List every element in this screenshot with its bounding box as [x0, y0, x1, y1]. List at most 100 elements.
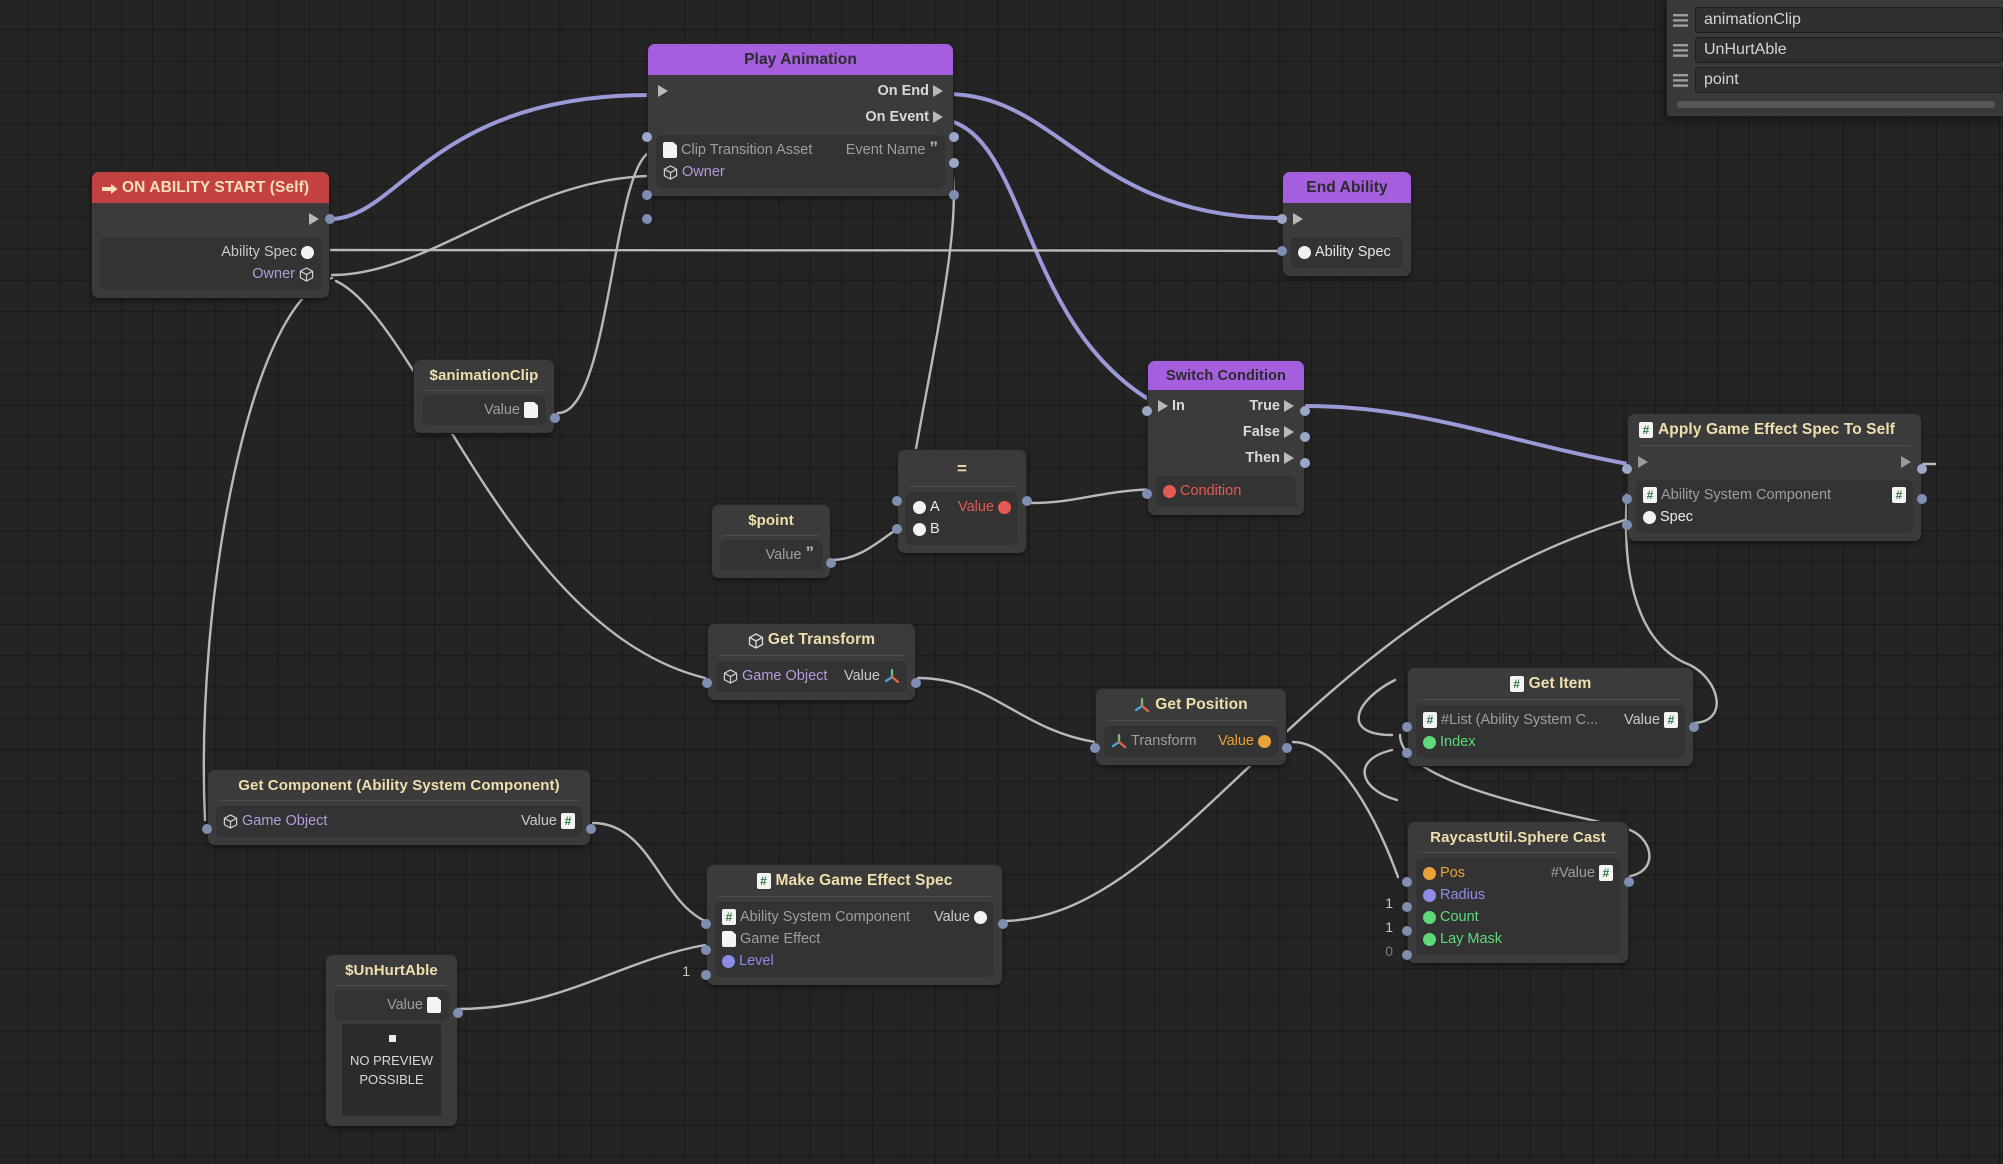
flow-output-connector-on-event[interactable]: [949, 158, 959, 168]
port-dot-white[interactable]: [301, 246, 314, 259]
flow-out-arrow-icon[interactable]: [1284, 452, 1294, 464]
output-connector[interactable]: [1282, 743, 1292, 753]
variables-panel[interactable]: animationClip UnHurtAble point: [1666, 0, 2003, 117]
port-lay-mask[interactable]: Lay Mask: [1423, 928, 1613, 950]
flow-row-on-end[interactable]: On End: [648, 75, 953, 106]
flow-out-arrow-icon[interactable]: [309, 213, 319, 225]
input-connector[interactable]: [702, 678, 712, 688]
flow-out-arrow-icon[interactable]: [1901, 456, 1911, 468]
output-connector[interactable]: [911, 678, 921, 688]
output-connector[interactable]: [453, 1008, 463, 1018]
graph-canvas[interactable]: animationClip UnHurtAble point ON ABILIT…: [0, 0, 2003, 1164]
panel-scrollbar[interactable]: [1677, 101, 1995, 108]
port-dot-green[interactable]: [1423, 911, 1436, 924]
flow-input-connector[interactable]: [642, 132, 652, 142]
flow-output-connector-false[interactable]: [1300, 432, 1310, 442]
output-connector[interactable]: [550, 413, 560, 423]
flow-output-connector-on-end[interactable]: [949, 132, 959, 142]
flow-out-arrow-icon[interactable]: [933, 111, 943, 123]
variable-name-field[interactable]: animationClip: [1695, 7, 2003, 33]
cube-icon[interactable]: [223, 814, 238, 829]
cube-icon[interactable]: [723, 669, 738, 684]
flow-out-arrow-icon[interactable]: [1284, 400, 1294, 412]
literal-lay-mask-value[interactable]: 0: [1371, 943, 1393, 959]
node-on-ability-start[interactable]: ON ABILITY START (Self) Ability Spec Own…: [92, 172, 329, 298]
port-dot-orange[interactable]: [1423, 867, 1436, 880]
node-get-position[interactable]: Get Position Transform Value: [1096, 689, 1286, 765]
axis-icon[interactable]: [1111, 734, 1127, 749]
output-connector[interactable]: [998, 919, 1008, 929]
port-list[interactable]: # #List (Ability System C... Value #: [1423, 709, 1678, 731]
literal-count-value[interactable]: 1: [1371, 919, 1393, 935]
node-get-component[interactable]: Get Component (Ability System Component)…: [208, 770, 590, 845]
flow-row-then[interactable]: Then: [1148, 447, 1304, 473]
input-connector-radius[interactable]: [1402, 902, 1412, 912]
port-level[interactable]: Level: [722, 950, 987, 972]
node-equals[interactable]: = A Value B: [898, 450, 1026, 553]
port-ability-spec[interactable]: Ability Spec: [1298, 241, 1396, 263]
input-connector-index[interactable]: [1402, 748, 1412, 758]
port-ability-system-component[interactable]: # Ability System Component Value: [722, 906, 987, 928]
port-dot-orange[interactable]: [1258, 735, 1271, 748]
input-connector-pos[interactable]: [1402, 877, 1412, 887]
port-dot-white[interactable]: [913, 501, 926, 514]
burger-icon[interactable]: [1673, 74, 1688, 87]
input-connector-spec[interactable]: [1622, 520, 1632, 530]
port-dot-white[interactable]: [913, 523, 926, 536]
flow-output-connector[interactable]: [1917, 464, 1927, 474]
node-variable-unhurtable[interactable]: $UnHurtAble Value NO PREVIEW POSSIBLE: [326, 955, 457, 1126]
input-connector-asc[interactable]: [701, 919, 711, 929]
flow-in-arrow-icon[interactable]: [1158, 400, 1168, 412]
node-play-animation[interactable]: Play Animation On End On Event Clip Tran…: [648, 44, 953, 196]
input-connector-list[interactable]: [1402, 722, 1412, 732]
flow-input-connector[interactable]: [1277, 214, 1287, 224]
node-get-transform[interactable]: Get Transform Game Object Value: [708, 624, 915, 700]
port-game-object[interactable]: Game Object Value: [723, 665, 900, 687]
input-connector-ability-spec[interactable]: [1277, 246, 1287, 256]
port-dot-white[interactable]: [1298, 246, 1311, 259]
value-output-row[interactable]: Value ”: [720, 540, 822, 570]
flow-in-arrow-icon[interactable]: [1293, 213, 1303, 225]
port-dot-white[interactable]: [974, 911, 987, 924]
port-dot-blue[interactable]: [1423, 889, 1436, 902]
input-connector-lay-mask[interactable]: [1402, 950, 1412, 960]
port-radius[interactable]: Radius: [1423, 884, 1613, 906]
node-raycast-sphere-cast[interactable]: RaycastUtil.Sphere Cast Pos #Value # Rad…: [1408, 822, 1628, 963]
value-output-row[interactable]: Value: [422, 395, 546, 425]
flow-row-true[interactable]: In True: [1148, 390, 1304, 421]
node-get-item[interactable]: # Get Item # #List (Ability System C... …: [1408, 668, 1693, 766]
port-ability-spec[interactable]: Ability Spec: [107, 241, 314, 263]
input-connector-clip[interactable]: [642, 190, 652, 200]
variable-name-field[interactable]: point: [1695, 67, 2003, 93]
flow-out-row[interactable]: [92, 203, 329, 234]
variable-name-field[interactable]: UnHurtAble: [1695, 37, 2003, 63]
port-game-effect[interactable]: Game Effect: [722, 928, 987, 950]
port-a[interactable]: A Value: [913, 496, 1011, 518]
output-connector[interactable]: [1689, 722, 1699, 732]
node-end-ability[interactable]: End Ability Ability Spec: [1283, 172, 1411, 276]
output-connector-asc[interactable]: [1917, 494, 1927, 504]
input-connector-owner[interactable]: [642, 214, 652, 224]
flow-out-arrow-icon[interactable]: [933, 85, 943, 97]
flow-row[interactable]: [1628, 446, 1921, 477]
port-dot-green[interactable]: [1423, 933, 1436, 946]
input-connector-game-effect[interactable]: [701, 945, 711, 955]
port-pos[interactable]: Pos #Value #: [1423, 862, 1613, 884]
output-connector[interactable]: [826, 558, 836, 568]
port-dot-red[interactable]: [1163, 485, 1176, 498]
literal-radius-value[interactable]: 1: [1371, 895, 1393, 911]
flow-input-connector[interactable]: [1142, 406, 1152, 416]
port-b[interactable]: B: [913, 518, 1011, 540]
port-clip-transition-asset[interactable]: Clip Transition Asset Event Name ”: [663, 139, 938, 161]
port-owner[interactable]: Owner: [663, 161, 938, 183]
flow-row-on-event[interactable]: On Event: [648, 106, 953, 132]
port-index[interactable]: Index: [1423, 731, 1678, 753]
input-connector-level[interactable]: [701, 970, 711, 980]
node-apply-game-effect-spec-to-self[interactable]: # Apply Game Effect Spec To Self # Abili…: [1628, 414, 1921, 541]
input-connector-asc[interactable]: [1622, 494, 1632, 504]
input-connector-b[interactable]: [892, 524, 902, 534]
flow-output-connector-then[interactable]: [1300, 458, 1310, 468]
port-game-object[interactable]: Game Object Value #: [223, 810, 575, 832]
node-make-game-effect-spec[interactable]: # Make Game Effect Spec # Ability System…: [707, 865, 1002, 985]
port-count[interactable]: Count: [1423, 906, 1613, 928]
